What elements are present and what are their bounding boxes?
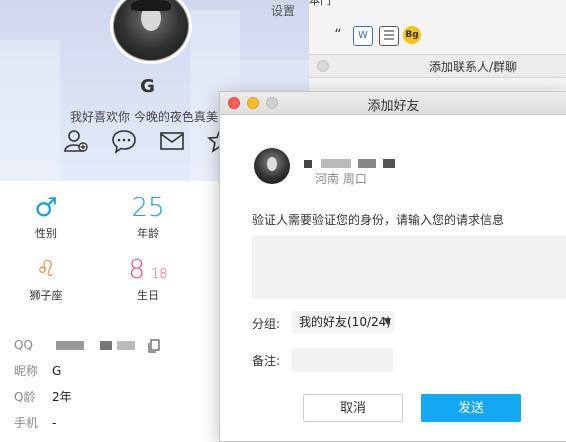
send-button[interactable]: 发送 [421, 394, 521, 422]
info-row-qq: QQ [14, 336, 161, 354]
stat-birthday: 8 18 生日 [118, 255, 178, 303]
add-friend-dialog: 添加好友 河南 周口 验证人需要验证您的身份，请输入您的请求信息 分组: 我的好… [219, 91, 566, 442]
window-control-dot[interactable] [317, 60, 329, 72]
masked-friend-name [304, 153, 396, 168]
info-row-qage: Q龄 2年 [14, 388, 72, 406]
dialog-titlebar: 添加好友 [220, 92, 566, 115]
stat-label: 年龄 [137, 227, 159, 240]
add-friend-icon[interactable] [63, 128, 89, 154]
info-key: Q龄 [14, 390, 36, 404]
group-select[interactable]: 我的好友(10/24) ▼ [291, 311, 395, 333]
stat-gender: ♂ 性别 [16, 193, 76, 241]
chat-bubble-icon[interactable] [111, 128, 137, 154]
profile-signature: 我好喜欢你 今晚的夜色真美 [70, 110, 218, 124]
remark-input[interactable] [291, 348, 393, 372]
stat-age: 25 年龄 [118, 193, 178, 241]
info-row-phone: 手机 - [14, 414, 56, 432]
stat-label: 生日 [137, 289, 159, 302]
group-select-value: 我的好友(10/24) [299, 315, 391, 329]
settings-link[interactable]: 设置 [271, 2, 295, 19]
list-view-icon[interactable] [379, 26, 399, 46]
leo-icon: ♌ [36, 257, 56, 282]
group-label: 分组: [252, 317, 281, 331]
info-key: 昵称 [14, 364, 39, 378]
chevron-down-icon: ▼ [384, 317, 391, 327]
cancel-button[interactable]: 取消 [303, 394, 403, 422]
male-icon: ♂ [34, 193, 58, 223]
copy-icon[interactable] [147, 338, 161, 353]
birthday-day: 18 [151, 267, 168, 282]
editor-toolbar: “ W Bg [309, 22, 566, 50]
request-message-input[interactable] [252, 235, 566, 299]
masked-qq-number [55, 341, 84, 350]
stat-label: 狮子座 [29, 289, 63, 302]
info-key: 手机 [14, 416, 39, 430]
add-contact-header: 添加联系人/群聊 [309, 54, 566, 78]
avatar[interactable] [110, 0, 192, 64]
background-button[interactable]: Bg [403, 26, 421, 44]
verification-prompt: 验证人需要验证您的身份，请输入您的请求信息 [252, 213, 505, 227]
add-contact-title: 添加联系人/群聊 [429, 60, 518, 74]
mail-icon[interactable] [159, 128, 185, 154]
remark-label: 备注: [252, 354, 281, 368]
age-value: 25 [131, 193, 165, 223]
quote-icon[interactable]: “ [329, 26, 347, 44]
dialog-title: 添加好友 [367, 99, 420, 114]
info-value: G [52, 364, 62, 378]
friend-location: 河南 周口 [315, 172, 367, 186]
word-doc-icon[interactable]: W [353, 26, 373, 46]
info-key: QQ [14, 338, 33, 352]
stat-label: 性别 [35, 227, 57, 240]
birthday-month: 8 [128, 255, 145, 285]
info-row-nickname: 昵称 G [14, 362, 61, 380]
friend-avatar [254, 148, 290, 184]
stat-zodiac: ♌ 狮子座 [16, 255, 76, 303]
info-value: - [52, 416, 57, 430]
info-value: 2年 [52, 390, 72, 404]
add-contact-window: 本门 “ W Bg 添加联系人/群聊 [309, 0, 566, 90]
